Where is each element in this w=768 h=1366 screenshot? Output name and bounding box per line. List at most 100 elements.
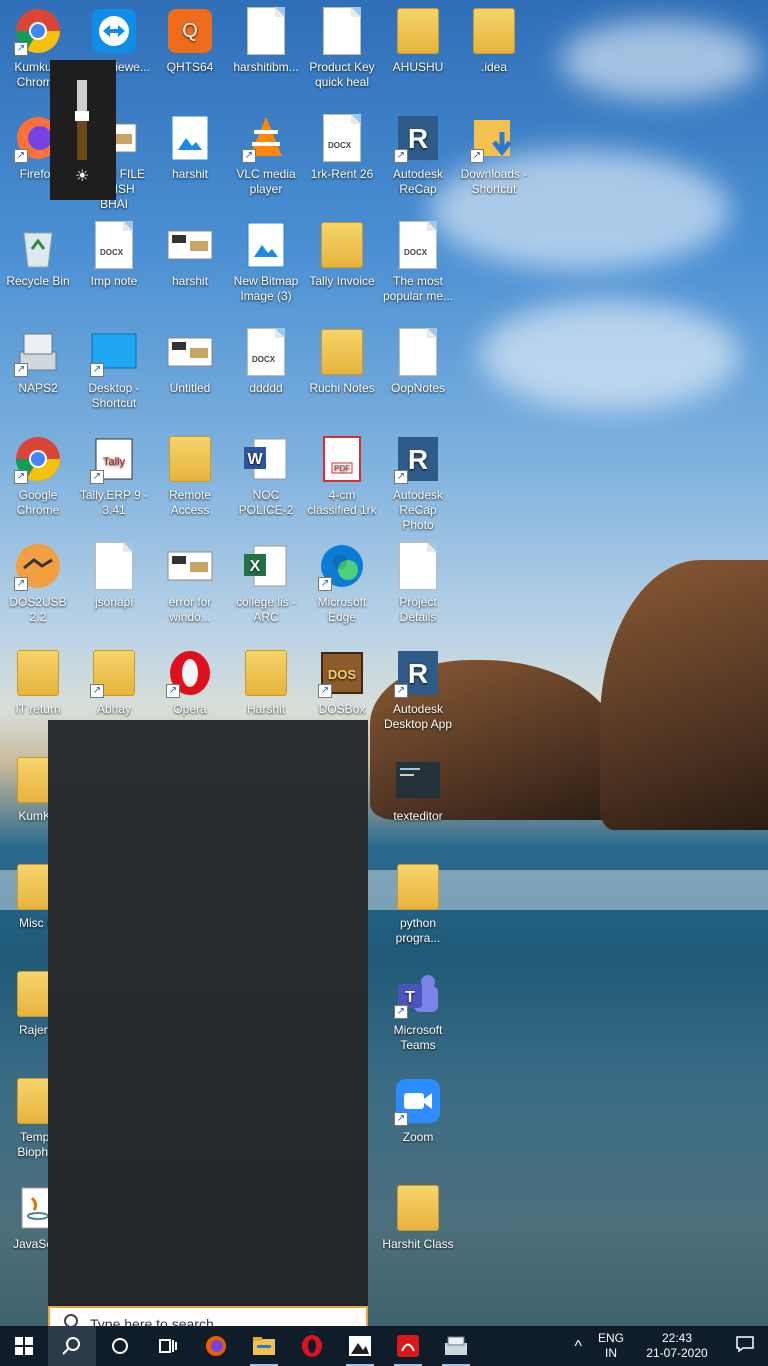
- desktop-icon-item[interactable]: ↗ Desktop - Shortcut: [76, 321, 152, 411]
- chrome-icon: ↗: [14, 434, 62, 484]
- desktop-icon-item[interactable]: DOCX Imp note: [76, 214, 152, 289]
- desktop-icon-item[interactable]: Q QHTS64: [152, 0, 228, 75]
- scanner-icon: ↗: [14, 327, 62, 377]
- desktop-icon: ↗: [90, 327, 138, 377]
- cortana-button[interactable]: [96, 1326, 144, 1366]
- search-button[interactable]: [48, 1326, 96, 1366]
- desktop-icon-item[interactable]: Remote Access: [152, 428, 228, 518]
- autodesk-icon: R ↗: [394, 648, 442, 698]
- desktop-icon-item[interactable]: ↗ Downloads - Shortcut: [456, 107, 532, 197]
- desktop-icon-item[interactable]: .idea: [456, 0, 532, 75]
- desktop-icon-label: harshit: [171, 167, 209, 181]
- desktop-icon-label: college lis -ARC: [235, 595, 297, 624]
- desktop-icon-label: NAPS2: [18, 381, 58, 395]
- desktop-icon-item[interactable]: DOCX 1rk-Rent 26: [304, 107, 380, 182]
- start-button[interactable]: [0, 1326, 48, 1366]
- folder-docx-icon: [394, 6, 442, 56]
- clock-time: 22:43: [661, 1331, 693, 1345]
- folder-icon: [470, 6, 518, 56]
- desktop-icon-item[interactable]: IT return: [0, 642, 76, 717]
- document-icon: [90, 541, 138, 591]
- desktop-icon-item[interactable]: ↗ Zoom: [380, 1070, 456, 1145]
- desktop-icon-item[interactable]: New Bitmap Image (3): [228, 214, 304, 304]
- desktop-icon-item[interactable]: Untitled: [152, 321, 228, 396]
- desktop-icon-item[interactable]: ↗ Microsoft Edge: [304, 535, 380, 625]
- desktop-icon-item[interactable]: T ↗ Microsoft Teams: [380, 963, 456, 1053]
- desktop-icon-label: VLC media player: [236, 167, 296, 196]
- document-icon: [242, 6, 290, 56]
- action-center-button[interactable]: [722, 1335, 768, 1357]
- desktop-icon-item[interactable]: Project Details: [380, 535, 456, 625]
- desktop-icon-item[interactable]: PDF 4-cm classified 1rk: [304, 428, 380, 518]
- desktop-icon-label: 4-cm classified 1rk: [307, 488, 377, 517]
- opera-taskbar[interactable]: [288, 1326, 336, 1366]
- desktop-icon-item[interactable]: harshit: [152, 214, 228, 289]
- desktop-icon-item[interactable]: harshit: [152, 107, 228, 182]
- clock[interactable]: 22:43 21-07-2020: [632, 1331, 722, 1361]
- desktop-icon-item[interactable]: OopNotes: [380, 321, 456, 396]
- desktop-icon-item[interactable]: ↗ Google Chrome: [0, 428, 76, 518]
- firefox-taskbar[interactable]: [192, 1326, 240, 1366]
- file-explorer-taskbar[interactable]: [240, 1326, 288, 1366]
- desktop-icon-label: Microsoft Edge: [317, 595, 367, 624]
- desktop-icon-item[interactable]: Harshit: [228, 642, 304, 717]
- desktop-icon-item[interactable]: ↗ Abhay: [76, 642, 152, 717]
- shortcut-arrow-icon: ↗: [90, 470, 104, 484]
- shortcut-arrow-icon: ↗: [394, 1005, 408, 1019]
- shortcut-arrow-icon: ↗: [470, 149, 484, 163]
- desktop-icon-item[interactable]: Recycle Bin: [0, 214, 76, 289]
- desktop-icon-item[interactable]: ↗ NAPS2: [0, 321, 76, 396]
- desktop-icon-label: Autodesk ReCap Photo: [392, 488, 444, 532]
- acrobat-taskbar[interactable]: [384, 1326, 432, 1366]
- desktop-icon-item[interactable]: python progra...: [380, 856, 456, 946]
- desktop-icon-item[interactable]: Tally Invoice: [304, 214, 380, 289]
- folder-teamviewer-icon: [166, 434, 214, 484]
- desktop-icon-label: Imp note: [90, 274, 138, 288]
- desktop-icon-item[interactable]: Product Key quick heal: [304, 0, 380, 90]
- task-view-button[interactable]: [144, 1326, 192, 1366]
- input-language-indicator[interactable]: ENG IN: [590, 1331, 632, 1361]
- desktop-icon-label: Abhay: [96, 702, 132, 716]
- desktop-icon-item[interactable]: harshitibm...: [228, 0, 304, 75]
- excel-icon: X: [242, 541, 290, 591]
- desktop-icon-label: Autodesk ReCap: [392, 167, 444, 196]
- desktop-icon-label: .idea: [480, 60, 508, 74]
- desktop-icon-item[interactable]: ↗ Opera: [152, 642, 228, 717]
- desktop-icon-item[interactable]: Ruchi Notes: [304, 321, 380, 396]
- desktop-icon-item[interactable]: DOS ↗ DOSBox: [304, 642, 380, 717]
- desktop-icon-label: Product Key quick heal: [309, 60, 375, 89]
- desktop-icon-item[interactable]: Tally ↗ Tally.ERP 9 - 3.41: [76, 428, 152, 518]
- desktop-icon-item[interactable]: ↗ VLC media player: [228, 107, 304, 197]
- desktop-icon-label: Ruchi Notes: [309, 381, 375, 395]
- desktop-icon-item[interactable]: jsonapi: [76, 535, 152, 610]
- folder-word-icon: [318, 220, 366, 270]
- desktop-icon-item[interactable]: R ↗ Autodesk ReCap: [380, 107, 456, 197]
- folder-icon: [242, 648, 290, 698]
- naps2-taskbar[interactable]: [432, 1326, 480, 1366]
- desktop-icon-item[interactable]: R ↗ Autodesk ReCap Photo: [380, 428, 456, 533]
- desktop-icon-item[interactable]: DOCX The most popular me...: [380, 214, 456, 304]
- shortcut-arrow-icon: ↗: [242, 149, 256, 163]
- desktop-icon-item[interactable]: Xcollege lis -ARC: [228, 535, 304, 625]
- shortcut-arrow-icon: ↗: [318, 577, 332, 591]
- pdf-icon: PDF: [318, 434, 366, 484]
- search-input[interactable]: Type here to search: [90, 1316, 214, 1326]
- taskbar: ^ ENG IN 22:43 21-07-2020: [0, 1326, 768, 1366]
- desktop-icon-item[interactable]: W NOC POLICE-2: [228, 428, 304, 518]
- acrobat-icon: [397, 1335, 419, 1357]
- desktop-icon-item[interactable]: DOCX ddddd: [228, 321, 304, 396]
- edge-icon: ↗: [318, 541, 366, 591]
- tally-icon: Tally ↗: [90, 434, 138, 484]
- desktop-icon-item[interactable]: error for windo...: [152, 535, 228, 625]
- shortcut-arrow-icon: ↗: [394, 470, 408, 484]
- search-box[interactable]: Type here to search: [48, 1306, 368, 1326]
- photos-taskbar[interactable]: [336, 1326, 384, 1366]
- desktop-icon-item[interactable]: ↗ DOS2USB 2.2: [0, 535, 76, 625]
- brightness-thumb[interactable]: [75, 111, 89, 121]
- desktop-icon-item[interactable]: texteditor: [380, 749, 456, 824]
- brightness-slider[interactable]: [75, 80, 89, 160]
- desktop-icon-item[interactable]: Harshit Class: [380, 1177, 456, 1252]
- desktop-icon-item[interactable]: AHUSHU: [380, 0, 456, 75]
- tray-overflow-chevron[interactable]: ^: [566, 1338, 590, 1354]
- desktop-icon-item[interactable]: R ↗ Autodesk Desktop App: [380, 642, 456, 732]
